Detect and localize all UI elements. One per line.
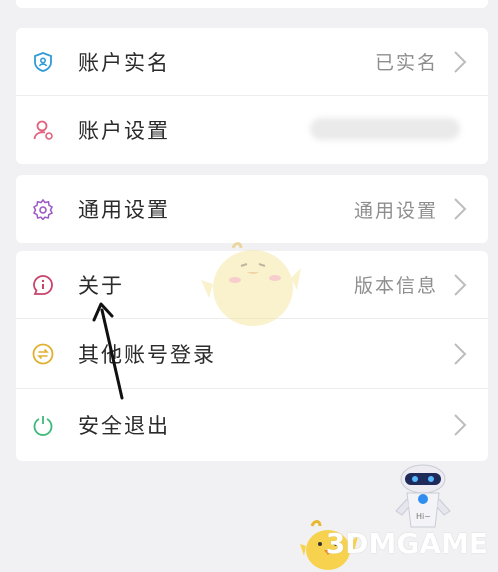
watermark-text: 3DMGAME: [325, 527, 488, 560]
robot-badge-text: Hi~: [416, 512, 431, 521]
settings-page: 账户实名 已实名 账户设置 通用设置 通用设置 关于 版本信息 其他账号登录 安…: [0, 0, 498, 572]
chick-mascot-watermark: [201, 242, 301, 326]
